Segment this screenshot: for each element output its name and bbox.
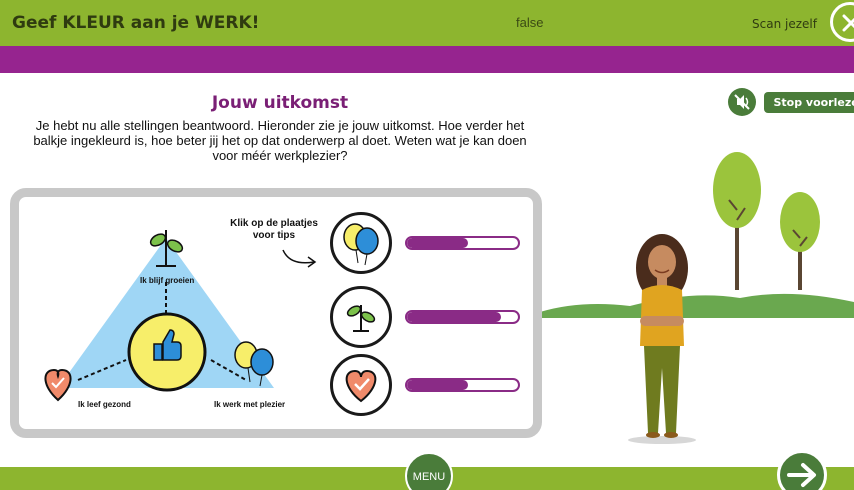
result-option-sprout[interactable] [330,286,392,348]
tip-instruction: Klik op de plaatjes voor tips [230,218,318,241]
label-pleasure: Ik werk met plezier [214,400,286,409]
progress-bar [405,236,520,250]
curved-arrow-icon [282,249,317,268]
progress-bar [405,378,520,392]
scan-link[interactable]: Scan jezelf [752,17,817,31]
label-growth: Ik blijf groeien [140,276,195,285]
result-option-heart[interactable] [330,354,392,416]
close-button[interactable] [830,2,854,42]
stop-reading-label: Stop voorlezen [764,92,854,113]
next-button[interactable] [777,450,827,490]
balloons-icon [333,215,389,276]
app-stage: Geef KLEUR aan je WERK! false Scan jezel… [0,0,854,490]
mute-speaker-icon [728,88,756,116]
app-title: Geef KLEUR aan je WERK! [12,13,260,33]
intro-text: Je hebt nu alle stellingen beantwoord. H… [33,118,527,163]
label-healthy: Ik leef gezond [78,400,131,409]
page-title: Jouw uitkomst [211,93,349,113]
woman-illustration [628,234,696,444]
menu-button[interactable]: MENU [405,452,453,490]
arrow-right-icon [787,463,816,487]
result-option-balloons[interactable] [330,212,392,274]
progress-fill [407,380,469,390]
progress-fill [407,312,502,322]
progress-bar [405,310,520,324]
top-bar: Geef KLEUR aan je WERK! false Scan jezel… [0,0,854,46]
progress-fill [407,238,469,248]
sprout-icon [333,289,389,350]
accent-bar [0,46,854,73]
close-icon [842,14,854,32]
heart-icon [44,368,72,402]
heart-icon [333,357,389,418]
triangle-diagram [44,230,274,402]
status-text: false [516,15,544,30]
